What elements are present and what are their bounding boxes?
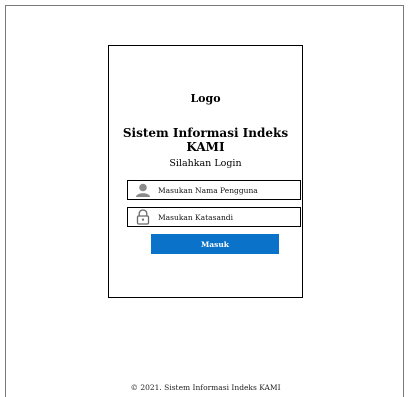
- app-title: Sistem Informasi Indeks KAMI: [109, 126, 302, 154]
- app-title-line-2: KAMI: [186, 140, 225, 154]
- login-subtitle: Silahkan Login: [169, 158, 242, 169]
- user-icon: [128, 181, 158, 199]
- login-card: Logo Sistem Informasi Indeks KAMI Silahk…: [108, 45, 303, 298]
- logo-text: Logo: [190, 92, 221, 105]
- password-placeholder: Masukan Katasandi: [158, 212, 233, 222]
- password-field[interactable]: Masukan Katasandi: [127, 207, 301, 227]
- lock-icon: [128, 208, 158, 226]
- app-title-line-1: Sistem Informasi Indeks: [122, 126, 289, 140]
- username-field[interactable]: Masukan Nama Pengguna: [127, 180, 301, 200]
- username-placeholder: Masukan Nama Pengguna: [158, 185, 258, 195]
- login-button[interactable]: Masuk: [151, 234, 279, 254]
- footer-copyright: © 2021. Sistem Informasi Indeks KAMI: [130, 383, 281, 392]
- login-button-label: Masuk: [200, 239, 230, 249]
- page: Logo Sistem Informasi Indeks KAMI Silahk…: [0, 0, 411, 397]
